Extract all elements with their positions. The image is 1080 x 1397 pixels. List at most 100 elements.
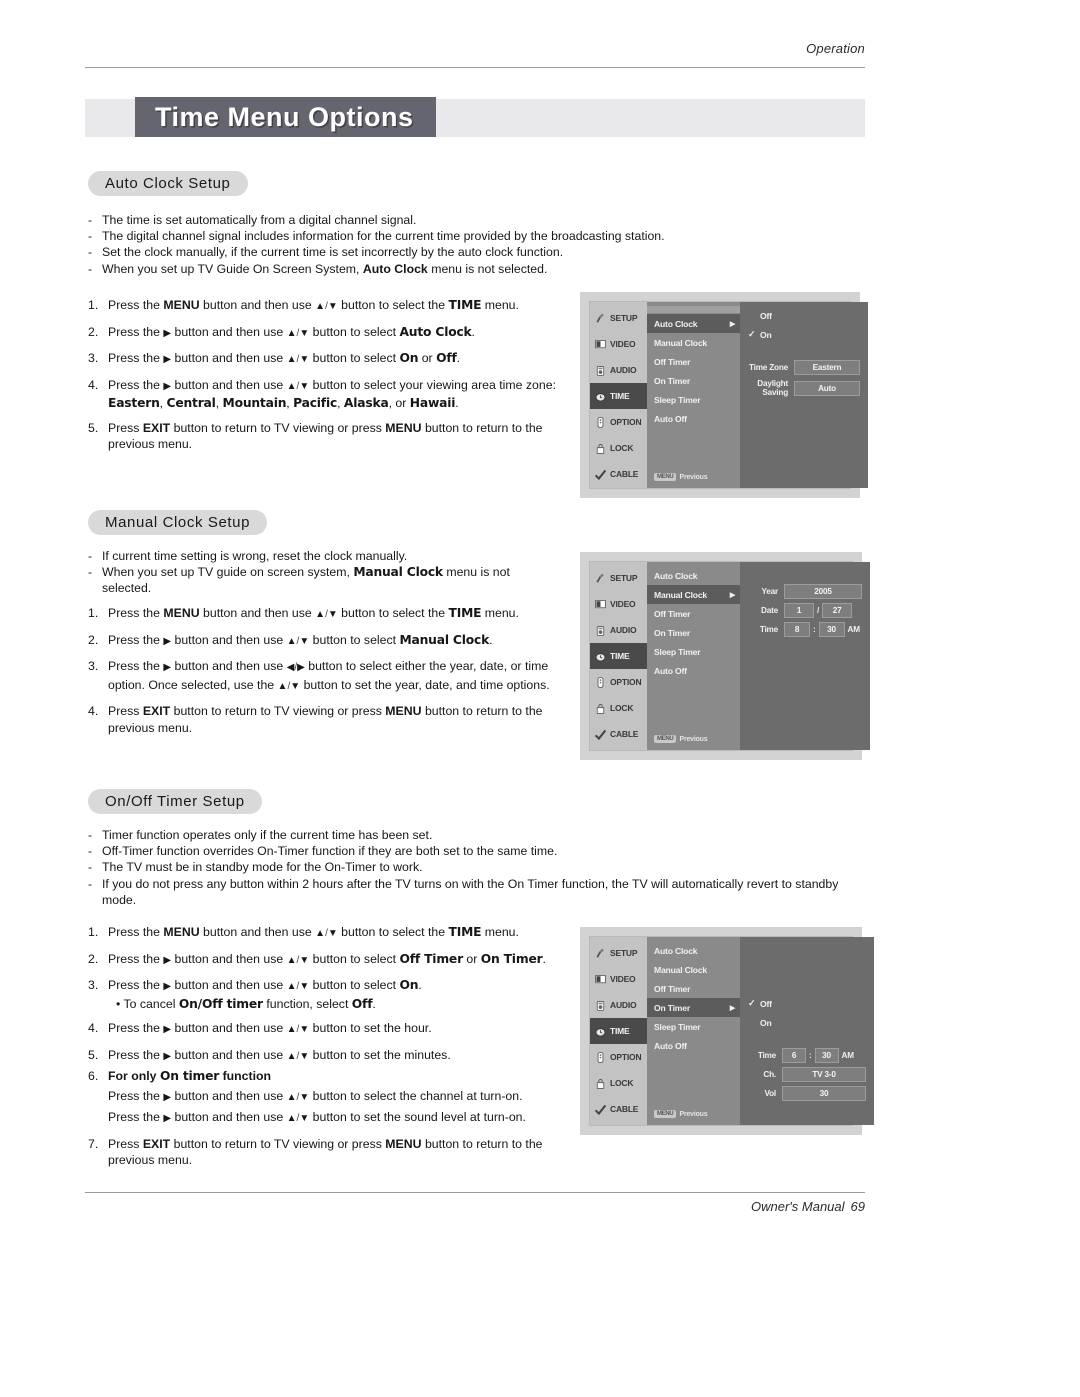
osd-field-year[interactable]: Year 2005 — [748, 584, 862, 599]
osd-menu-item-auto-clock[interactable]: Auto Clock ▶ — [647, 314, 740, 333]
osd-sidebar-item-video[interactable]: VIDEO — [590, 331, 647, 357]
osd-option-off[interactable]: Off — [748, 306, 860, 325]
osd-sidebar-item-lock[interactable]: LOCK — [590, 1070, 647, 1096]
step-number: 1. — [88, 606, 99, 620]
osd-previous-key: MENU — [654, 473, 677, 481]
osd-sidebar-item-audio[interactable]: AUDIO — [590, 992, 647, 1018]
step-text: Press the ▶ button and then use ▲/▼ butt… — [108, 1021, 432, 1035]
footer-divider — [85, 1192, 865, 1193]
zone-alaska: Alaska — [343, 396, 389, 410]
osd-previous-button[interactable]: MENU Previous — [654, 473, 708, 481]
osd-sidebar-item-setup[interactable]: SETUP — [590, 565, 647, 591]
osd-menu-item-auto-clock[interactable]: Auto Clock — [647, 566, 740, 585]
osd-field-label: Time Zone — [749, 363, 788, 372]
osd-sidebar-item-option[interactable]: OPTION — [590, 669, 647, 695]
up-arrow-icon: ▲ — [286, 635, 297, 647]
osd-sidebar-item-cable[interactable]: CABLE — [590, 721, 647, 747]
osd-menu-item-auto-off[interactable]: Auto Off — [647, 1036, 740, 1055]
osd-menu-item-sleep-timer[interactable]: Sleep Timer — [647, 390, 740, 409]
step-item: 1. Press the MENU button and then use ▲/… — [88, 924, 576, 943]
up-arrow-icon: ▲ — [315, 301, 326, 312]
right-arrow-icon: ▶ — [163, 1024, 172, 1035]
osd-menu-label: On Timer — [654, 627, 690, 638]
osd-field-date[interactable]: Date 1 / 27 — [748, 603, 862, 618]
osd-previous-key: MENU — [654, 1110, 677, 1118]
bullet-item: - When you set up TV guide on screen sys… — [88, 564, 558, 596]
time-separator: : — [813, 625, 816, 634]
osd-field-value: 2005 — [784, 584, 862, 599]
right-arrow-icon: ▶ — [163, 354, 172, 365]
cable-icon — [594, 469, 607, 480]
osd-sidebar-item-setup[interactable]: SETUP — [590, 940, 647, 966]
osd-field-time[interactable]: Time 6 : 30 AM — [748, 1048, 866, 1063]
down-arrow-icon: ▼ — [299, 1050, 310, 1062]
osd-sidebar-item-video[interactable]: VIDEO — [590, 966, 647, 992]
osd-previous-button[interactable]: MENU Previous — [654, 735, 708, 743]
osd-menu-label: Off Timer — [654, 356, 691, 367]
osd-sidebar-item-video[interactable]: VIDEO — [590, 591, 647, 617]
osd-sidebar-item-time[interactable]: TIME — [590, 643, 647, 669]
osd-sidebar-item-setup[interactable]: SETUP — [590, 305, 647, 331]
osd-sidebar-item-lock[interactable]: LOCK — [590, 435, 647, 461]
osd-menu-item-on-timer[interactable]: On Timer — [647, 371, 740, 390]
osd-field-channel[interactable]: Ch. TV 3-0 — [748, 1067, 866, 1082]
page-header: Operation — [85, 40, 865, 58]
osd-sidebar: SETUP VIDEO AUDIO TIME OPTION LOCK CABLE — [590, 937, 647, 1125]
step-item: 5. Press EXIT button to return to TV vie… — [88, 420, 573, 453]
osd-sidebar-item-lock[interactable]: LOCK — [590, 695, 647, 721]
osd-menu-item-auto-clock[interactable]: Auto Clock — [647, 941, 740, 960]
up-arrow-icon: ▲ — [277, 680, 288, 692]
right-arrow-icon: ▶ — [163, 981, 172, 992]
osd-field-time-zone[interactable]: Time Zone Eastern — [748, 360, 860, 375]
step-number: 2. — [88, 951, 99, 966]
step-text: Press EXIT button to return to TV viewin… — [108, 1136, 543, 1168]
osd-field-daylight-saving[interactable]: Daylight Saving Auto — [748, 379, 860, 397]
osd-menu-item-off-timer[interactable]: Off Timer — [647, 979, 740, 998]
osd-sidebar-item-time[interactable]: TIME — [590, 383, 647, 409]
osd-previous-button[interactable]: MENU Previous — [654, 1110, 708, 1118]
osd-menu-item-auto-off[interactable]: Auto Off — [647, 661, 740, 680]
osd-field-time[interactable]: Time 8 : 30 AM — [748, 622, 862, 637]
header-divider — [85, 67, 865, 68]
osd-menu-item-auto-off[interactable]: Auto Off — [647, 409, 740, 428]
osd-screenshot-auto-clock: SETUP VIDEO AUDIO TIME OPTION LOCK CABLE… — [580, 292, 868, 498]
osd-sidebar-item-cable[interactable]: CABLE — [590, 1096, 647, 1122]
osd-menu-item-on-timer[interactable]: On Timer ▶ — [647, 998, 740, 1017]
osd-menu-label: Sleep Timer — [654, 1021, 701, 1032]
step-text: Press EXIT button to return to TV viewin… — [108, 420, 543, 452]
step-substep: • To cancel On/Off timer function, selec… — [88, 996, 576, 1013]
osd-sidebar-item-option[interactable]: OPTION — [590, 409, 647, 435]
footer-page-number: 69 — [850, 1199, 865, 1214]
bullet-text: When you set up TV Guide On Screen Syste… — [102, 261, 548, 276]
osd-sidebar-item-cable[interactable]: CABLE — [590, 461, 647, 487]
osd-sidebar-item-audio[interactable]: AUDIO — [590, 357, 647, 383]
osd-option-on[interactable]: ✓ On — [748, 325, 860, 344]
term-manual-clock: Manual Clock — [353, 565, 443, 580]
osd-sidebar-item-option[interactable]: OPTION — [590, 1044, 647, 1070]
bullet-text: The TV must be in standby mode for the O… — [102, 860, 423, 875]
osd-menu-item-sleep-timer[interactable]: Sleep Timer — [647, 642, 740, 661]
up-arrow-icon: ▲ — [286, 1050, 297, 1062]
osd-menu-item-sleep-timer[interactable]: Sleep Timer — [647, 1017, 740, 1036]
osd-menu-item-off-timer[interactable]: Off Timer — [647, 604, 740, 623]
osd-menu-list: Auto Clock Manual Clock ▶ Off Timer On T… — [647, 562, 740, 750]
step-text: Press the ▶ button and then use ◀/▶ butt… — [108, 659, 550, 692]
osd-menu-item-manual-clock[interactable]: Manual Clock ▶ — [647, 585, 740, 604]
bullet-dash: - — [88, 844, 93, 859]
osd-field-volume[interactable]: Vol 30 — [748, 1086, 866, 1101]
step-text: Press the ▶ button and then use ▲/▼ butt… — [108, 1110, 526, 1124]
footer-manual-label: Owner's Manual — [751, 1199, 845, 1214]
osd-menu-item-manual-clock[interactable]: Manual Clock — [647, 333, 740, 352]
osd-option-on[interactable]: On — [748, 1013, 866, 1032]
cable-icon — [594, 729, 607, 740]
osd-sidebar-item-time[interactable]: TIME — [590, 1018, 647, 1044]
osd-menu-item-on-timer[interactable]: On Timer — [647, 623, 740, 642]
osd-sidebar-item-audio[interactable]: AUDIO — [590, 617, 647, 643]
manual-clock-bullets: - If current time setting is wrong, rese… — [88, 548, 558, 597]
step-text: Press the ▶ button and then use ▲/▼ butt… — [108, 632, 493, 647]
up-arrow-icon: ▲ — [286, 954, 297, 966]
osd-menu-item-manual-clock[interactable]: Manual Clock — [647, 960, 740, 979]
osd-menu-item-off-timer[interactable]: Off Timer — [647, 352, 740, 371]
osd-option-off[interactable]: ✓ Off — [748, 994, 866, 1013]
up-arrow-icon: ▲ — [286, 380, 297, 392]
